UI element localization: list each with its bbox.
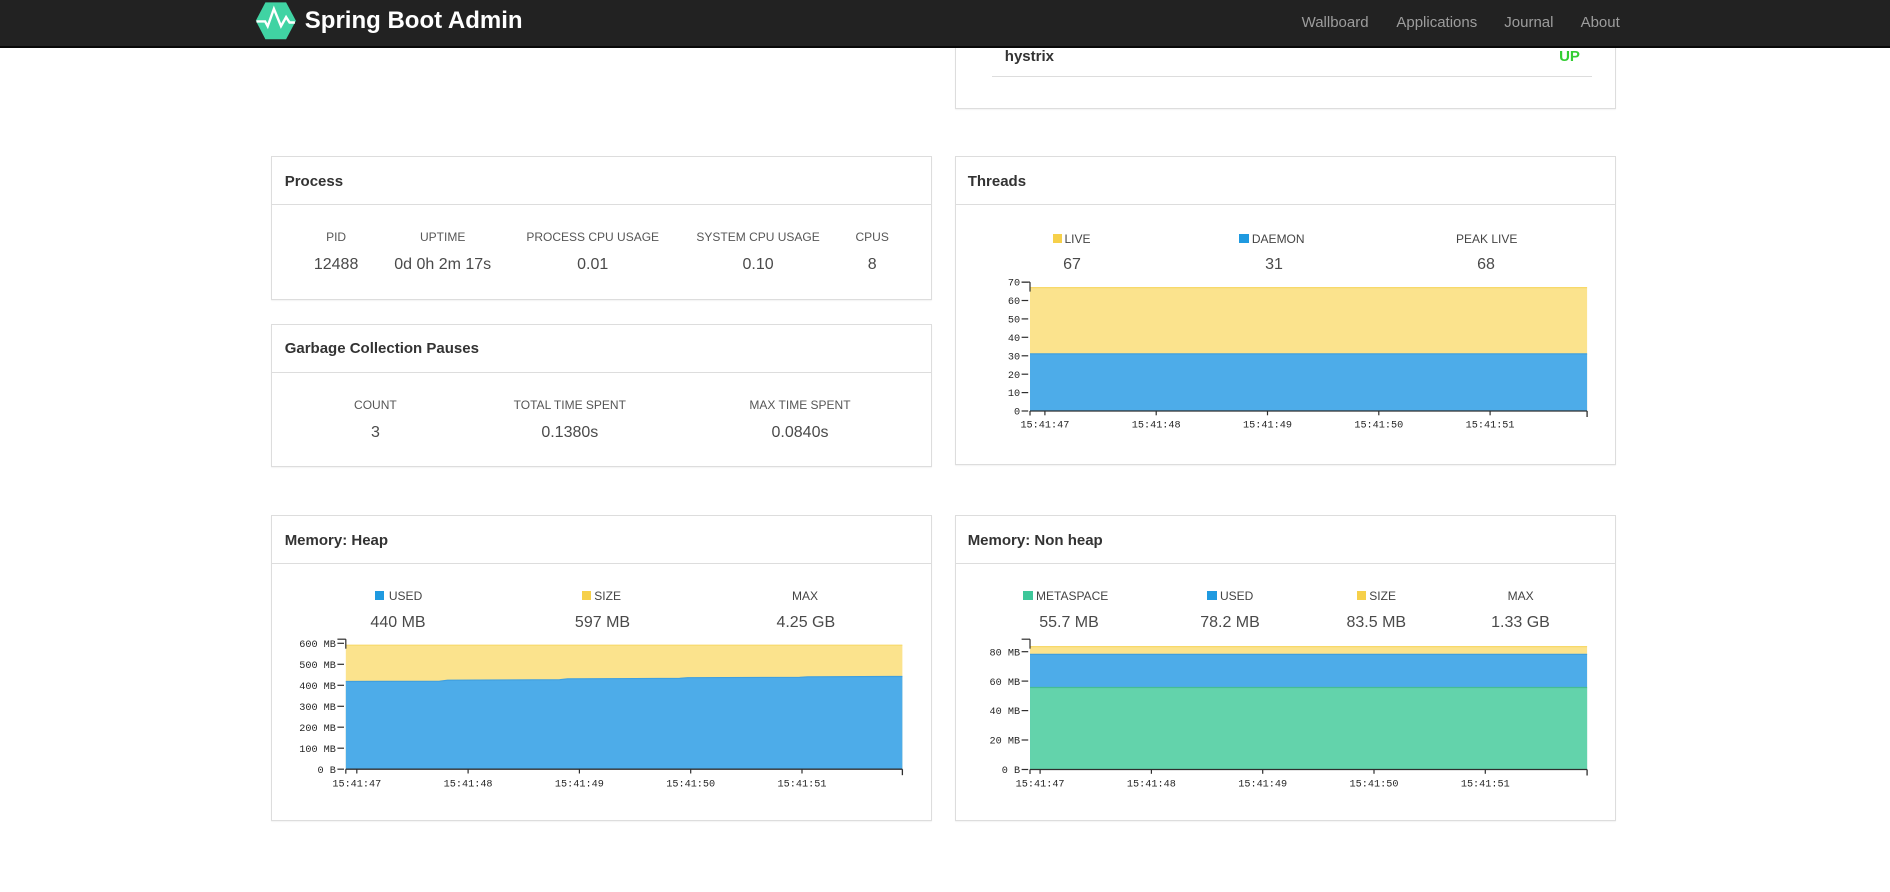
svg-text:0 B: 0 B <box>1002 766 1020 777</box>
svg-text:15:41:50: 15:41:50 <box>1355 421 1404 432</box>
svg-text:70: 70 <box>1008 279 1020 290</box>
svg-text:10: 10 <box>1008 389 1020 400</box>
svg-text:15:41:49: 15:41:49 <box>1243 421 1292 432</box>
svg-text:500 MB: 500 MB <box>300 661 337 672</box>
svg-text:15:41:48: 15:41:48 <box>444 780 493 791</box>
svg-text:300 MB: 300 MB <box>300 703 337 714</box>
svg-text:15:41:49: 15:41:49 <box>555 780 604 791</box>
svg-text:15:41:50: 15:41:50 <box>1350 780 1399 791</box>
svg-text:15:41:51: 15:41:51 <box>778 780 827 791</box>
svg-text:15:41:51: 15:41:51 <box>1466 421 1515 432</box>
svg-text:0: 0 <box>1014 408 1020 419</box>
svg-text:50: 50 <box>1008 316 1020 327</box>
svg-text:15:41:47: 15:41:47 <box>1021 421 1070 432</box>
svg-text:60 MB: 60 MB <box>990 678 1021 689</box>
svg-text:400 MB: 400 MB <box>300 682 337 693</box>
svg-text:15:41:48: 15:41:48 <box>1127 780 1176 791</box>
svg-text:60: 60 <box>1008 297 1020 308</box>
svg-text:15:41:47: 15:41:47 <box>333 780 382 791</box>
svg-text:20: 20 <box>1008 371 1020 382</box>
svg-text:200 MB: 200 MB <box>300 724 337 735</box>
svg-text:100 MB: 100 MB <box>300 745 337 756</box>
svg-text:15:41:50: 15:41:50 <box>667 780 716 791</box>
svg-text:30: 30 <box>1008 353 1020 364</box>
svg-text:0 B: 0 B <box>318 766 336 777</box>
svg-text:80 MB: 80 MB <box>990 648 1021 659</box>
svg-text:15:41:47: 15:41:47 <box>1016 780 1065 791</box>
svg-text:20 MB: 20 MB <box>990 737 1021 748</box>
svg-text:600 MB: 600 MB <box>300 640 337 651</box>
svg-text:15:41:48: 15:41:48 <box>1132 421 1181 432</box>
svg-text:40: 40 <box>1008 334 1020 345</box>
svg-text:40 MB: 40 MB <box>990 707 1021 718</box>
svg-text:15:41:51: 15:41:51 <box>1461 780 1510 791</box>
svg-text:15:41:49: 15:41:49 <box>1239 780 1288 791</box>
